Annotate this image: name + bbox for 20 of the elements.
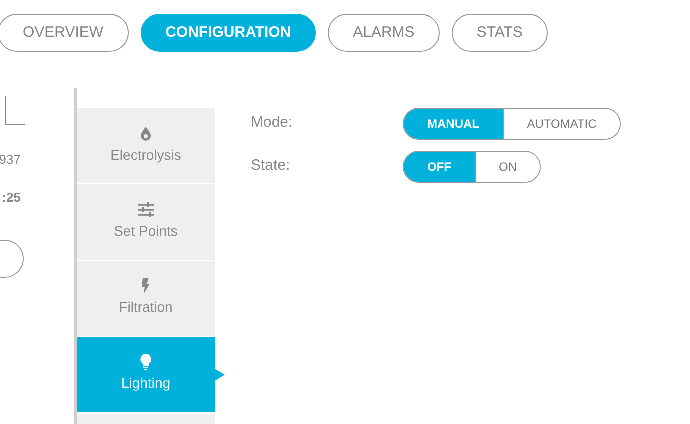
setting-label: Mode: xyxy=(251,113,294,133)
nav-tab[interactable]: ALARMS xyxy=(328,14,440,52)
nav-tab[interactable]: STATS xyxy=(452,14,548,52)
setting-label: State: xyxy=(251,156,292,176)
value-text: 937 xyxy=(0,151,21,169)
drop-icon xyxy=(138,126,154,142)
toggle-option[interactable]: MANUAL xyxy=(404,109,503,139)
sliders-icon xyxy=(138,202,154,218)
nav-tab[interactable]: OVERVIEW xyxy=(0,14,129,52)
toggle-option[interactable]: ON xyxy=(475,152,540,182)
time-text: :25 xyxy=(2,188,21,206)
toggle-option[interactable]: OFF xyxy=(404,152,475,182)
corner-line xyxy=(5,96,25,125)
nav-tab[interactable]: CONFIGURATION xyxy=(140,14,316,52)
bulb-icon xyxy=(138,354,154,370)
menu-item[interactable]: Electrolysis xyxy=(77,108,215,184)
menu-item[interactable]: Set Points xyxy=(77,184,215,261)
toggle-option[interactable]: AUTOMATIC xyxy=(503,109,620,139)
menu-item[interactable]: Filtration xyxy=(77,260,215,337)
pointer-icon xyxy=(215,368,225,381)
